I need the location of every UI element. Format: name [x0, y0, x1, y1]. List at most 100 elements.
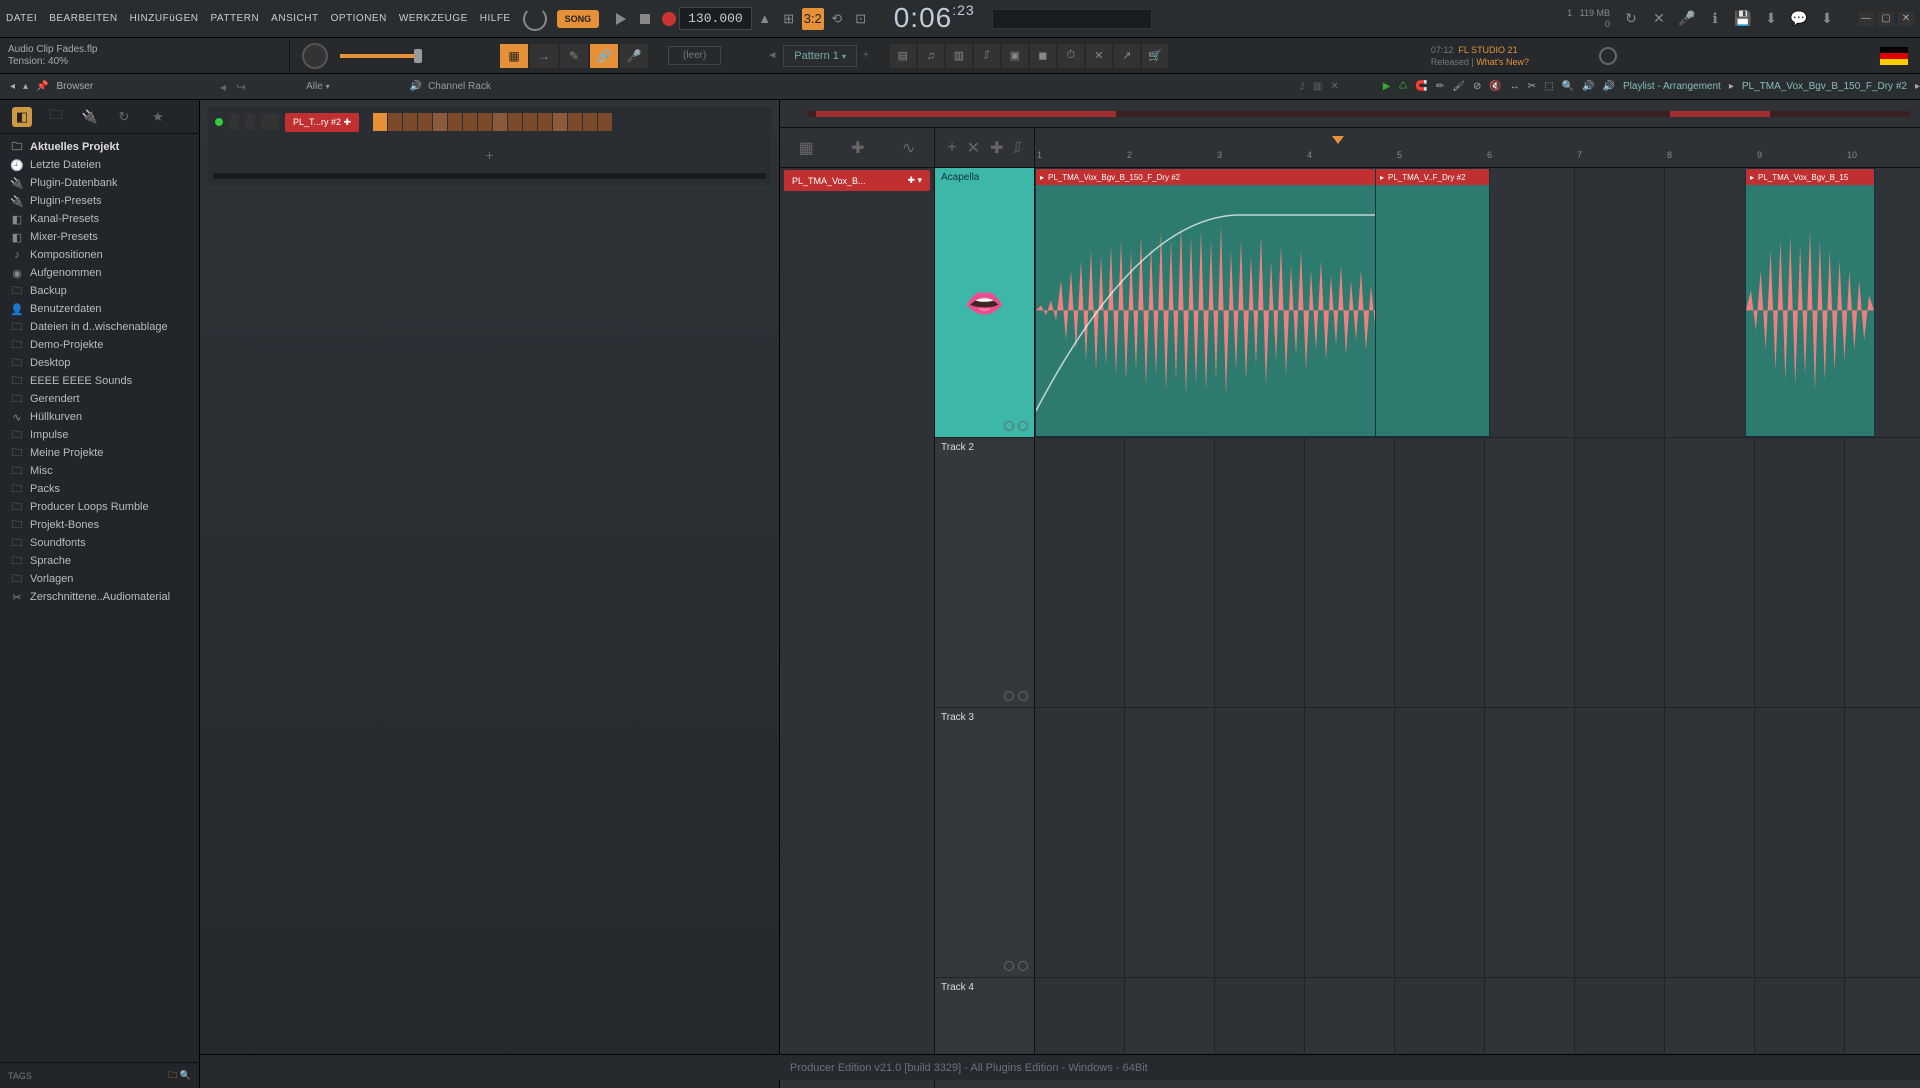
- tree-item[interactable]: 🗀Backup: [0, 282, 199, 300]
- tree-item[interactable]: ✂Zerschnittene..Audiomaterial: [0, 588, 199, 606]
- shop-button[interactable]: 🛒: [1142, 44, 1168, 68]
- menu-file[interactable]: DATEI: [6, 13, 37, 24]
- tree-item[interactable]: 🗀Dateien in d..wischenablage: [0, 318, 199, 336]
- tree-item[interactable]: 🗀EEEE EEEE Sounds: [0, 372, 199, 390]
- pl-sync-icon[interactable]: ♺: [1398, 81, 1407, 92]
- tree-item[interactable]: 🗀Aktuelles Projekt: [0, 138, 199, 156]
- cr-back-icon[interactable]: ◂: [220, 80, 226, 94]
- collapse-icon[interactable]: ◂: [10, 81, 15, 92]
- info-link[interactable]: What's New?: [1476, 57, 1529, 67]
- pl-tool-select-icon[interactable]: ⬚: [1544, 81, 1553, 92]
- pl-tool-delete-icon[interactable]: ⊘: [1473, 81, 1481, 92]
- tree-item[interactable]: 🗀Gerendert: [0, 390, 199, 408]
- tree-item[interactable]: 👤Benutzerdaten: [0, 300, 199, 318]
- midi-input-selector[interactable]: (leer): [668, 46, 721, 65]
- pattern-add-icon[interactable]: +: [857, 50, 875, 61]
- cr-options-icon[interactable]: ⎎: [1300, 81, 1305, 92]
- tree-item[interactable]: 🗀Projekt-Bones: [0, 516, 199, 534]
- playlist-ruler[interactable]: + ✕ ✚ ⎎ 12345678910: [935, 128, 1920, 168]
- tree-item[interactable]: ◧Kanal-Presets: [0, 210, 199, 228]
- track-solo-knob[interactable]: [1018, 421, 1028, 431]
- browser-button[interactable]: ▣: [1002, 44, 1028, 68]
- picker-grid-icon[interactable]: ▦: [799, 138, 814, 158]
- tree-item[interactable]: 🔌Plugin-Datenbank: [0, 174, 199, 192]
- picker-add-icon[interactable]: ✚: [851, 138, 864, 158]
- track-mute-knob[interactable]: [1004, 961, 1014, 971]
- menu-edit[interactable]: BEARBEITEN: [49, 13, 117, 24]
- piano-roll-button[interactable]: ♫: [918, 44, 944, 68]
- pl-magnet-icon[interactable]: 🧲: [1415, 81, 1427, 92]
- tags-label[interactable]: TAGS: [8, 1071, 32, 1081]
- track-lane-3[interactable]: [1035, 708, 1920, 977]
- pl-tool-zoom-icon[interactable]: 🔍: [1562, 81, 1574, 92]
- tree-item[interactable]: 🗀Vorlagen: [0, 570, 199, 588]
- play-button[interactable]: [613, 11, 629, 27]
- arrange-button[interactable]: ↗: [1114, 44, 1140, 68]
- snap-button-1[interactable]: ▦: [500, 44, 528, 68]
- track-header-4[interactable]: Track 4: [935, 978, 1035, 1057]
- track-header-2[interactable]: Track 2: [935, 438, 1035, 707]
- language-flag-icon[interactable]: [1880, 47, 1908, 65]
- globe-icon[interactable]: [1599, 47, 1617, 65]
- track-solo-knob[interactable]: [1018, 691, 1028, 701]
- countdown-icon[interactable]: 3:2: [802, 8, 824, 30]
- step[interactable]: [523, 113, 537, 131]
- metronome-icon[interactable]: ▲: [754, 8, 776, 30]
- step[interactable]: [598, 113, 612, 131]
- track-name[interactable]: Track 2: [935, 438, 1034, 457]
- ruler-opts-icon[interactable]: ⎎: [1013, 139, 1021, 157]
- playlist-view-button[interactable]: ▤: [890, 44, 916, 68]
- playhead-marker-icon[interactable]: [1332, 136, 1344, 144]
- track-name[interactable]: Track 3: [935, 708, 1034, 727]
- tree-item[interactable]: 🗀Desktop: [0, 354, 199, 372]
- playlist-minimap[interactable]: [808, 111, 1910, 117]
- step[interactable]: [403, 113, 417, 131]
- tree-item[interactable]: 🗀Soundfonts: [0, 534, 199, 552]
- snap-button-4[interactable]: 🔗: [590, 44, 618, 68]
- add-channel-button[interactable]: +: [207, 137, 772, 173]
- cr-graph-icon[interactable]: ▥: [1313, 81, 1322, 92]
- step[interactable]: [463, 113, 477, 131]
- main-volume-knob[interactable]: [302, 43, 328, 69]
- tree-item[interactable]: ◧Mixer-Presets: [0, 228, 199, 246]
- minimize-button[interactable]: —: [1858, 12, 1874, 26]
- speaker2-icon[interactable]: 🔊: [1603, 81, 1615, 92]
- time-display[interactable]: 0:06:23: [894, 2, 975, 36]
- pattern-prev-icon[interactable]: ◄: [761, 50, 783, 61]
- step-icon[interactable]: ⊡: [850, 8, 872, 30]
- audio-clip-2[interactable]: ▸PL_TMA_V..F_Dry #2: [1375, 168, 1490, 437]
- pl-tool-slice-icon[interactable]: ✂: [1528, 81, 1536, 92]
- render-icon[interactable]: ⬇: [1762, 10, 1780, 28]
- info-icon[interactable]: ℹ: [1706, 10, 1724, 28]
- pl-tool-playback-icon[interactable]: 🔊: [1582, 81, 1594, 92]
- refresh-icon[interactable]: [523, 7, 547, 31]
- track-lane-4[interactable]: [1035, 978, 1920, 1057]
- pl-tool-slip-icon[interactable]: ↔: [1510, 81, 1520, 92]
- menu-help[interactable]: HILFE: [480, 13, 511, 24]
- main-pitch-slider[interactable]: [340, 54, 420, 58]
- step[interactable]: [418, 113, 432, 131]
- picker-wave-icon[interactable]: ∿: [902, 138, 915, 158]
- picker-clip-item[interactable]: PL_TMA_Vox_B...✚ ▾: [784, 170, 930, 191]
- close-button[interactable]: ✕: [1898, 12, 1914, 26]
- tree-item[interactable]: ◉Aufgenommen: [0, 264, 199, 282]
- browser-refresh-icon[interactable]: ↻: [114, 107, 134, 127]
- cr-close-icon[interactable]: ✕: [1330, 81, 1338, 92]
- step[interactable]: [448, 113, 462, 131]
- track-lane-2[interactable]: [1035, 438, 1920, 707]
- snap-button-3[interactable]: ✎: [560, 44, 588, 68]
- channel-row[interactable]: PL_T...ry #2 ✚: [207, 107, 772, 137]
- cpu-mem-panel[interactable]: 1 119 MB 0: [1567, 8, 1620, 30]
- menu-view[interactable]: ANSICHT: [271, 13, 318, 24]
- menu-pattern[interactable]: PATTERN: [210, 13, 259, 24]
- menu-tools[interactable]: WERKZEUGE: [399, 13, 468, 24]
- snap-button-2[interactable]: →: [530, 44, 558, 68]
- channel-button[interactable]: PL_T...ry #2 ✚: [285, 113, 359, 132]
- step[interactable]: [433, 113, 447, 131]
- search-icon[interactable]: 🗀 🔍: [168, 1068, 191, 1084]
- step[interactable]: [508, 113, 522, 131]
- menu-options[interactable]: OPTIONEN: [331, 13, 387, 24]
- tree-item[interactable]: 🗀Meine Projekte: [0, 444, 199, 462]
- pattern-name-field[interactable]: Pattern 1 ▾: [783, 45, 857, 67]
- step[interactable]: [388, 113, 402, 131]
